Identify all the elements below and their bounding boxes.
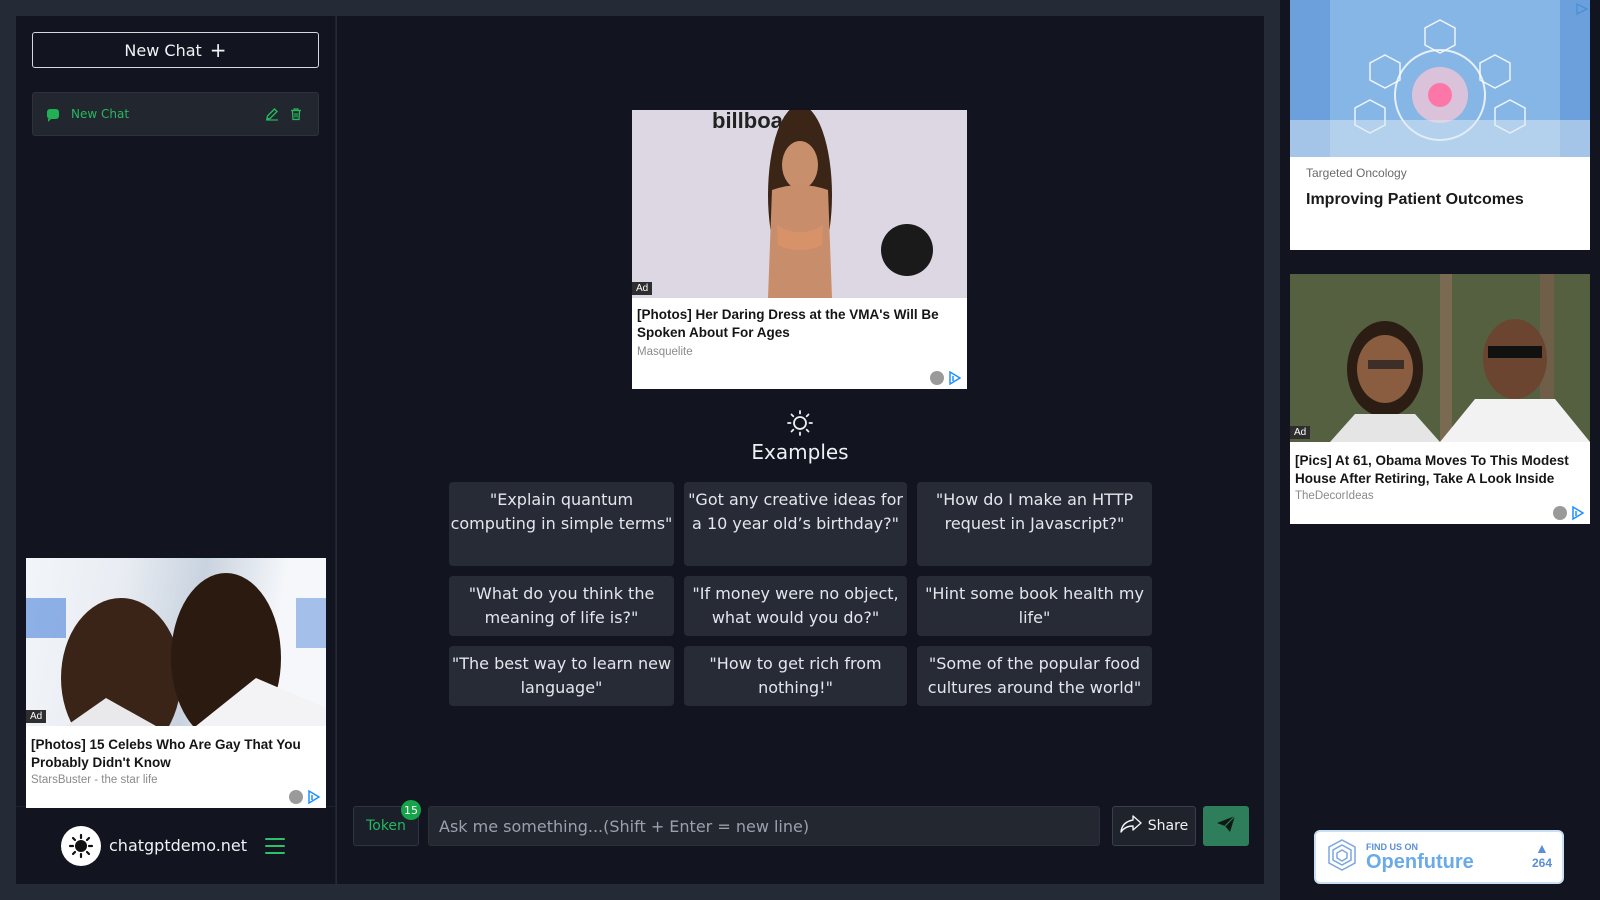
example-prompt[interactable]: "Got any creative ideas for a 10 year ol… (684, 482, 907, 566)
new-chat-button[interactable]: New Chat + (32, 32, 319, 68)
example-prompt[interactable]: "Some of the popular food cultures aroun… (917, 646, 1152, 706)
adchoices-icon[interactable] (949, 370, 962, 386)
chat-bubble-icon (47, 109, 59, 122)
openfuture-logo-icon (1326, 838, 1358, 876)
ad-source: TheDecorIdeas (1295, 490, 1374, 502)
share-label: Share (1147, 818, 1189, 834)
chat-main-panel: billboard Ad [Photos] Her Daring Dress a… (337, 16, 1264, 884)
trash-icon[interactable] (288, 106, 304, 122)
ad-label: Ad (1290, 426, 1311, 439)
adchoices-icon[interactable] (308, 789, 321, 805)
chat-history-item-label: New Chat (71, 107, 130, 121)
ad-headline[interactable]: [Photos] Her Daring Dress at the VMA's W… (637, 306, 957, 341)
new-chat-label: New Chat (124, 40, 202, 60)
menu-icon[interactable] (265, 837, 286, 854)
ad-image (1290, 0, 1590, 157)
examples-heading: Examples (751, 440, 849, 464)
ad-source: Masquelite (637, 346, 693, 358)
send-button[interactable] (1203, 806, 1249, 846)
example-prompt[interactable]: "Hint some book health my life" (917, 576, 1152, 636)
adchoices-icon[interactable] (1572, 505, 1585, 521)
example-prompt[interactable]: "How do I make an HTTP request in Javasc… (917, 482, 1152, 566)
ad-headline[interactable]: [Pics] At 61, Obama Moves To This Modest… (1295, 452, 1580, 487)
plus-icon: + (209, 38, 227, 62)
right-ad-oncology[interactable]: Targeted Oncology Improving Patient Outc… (1290, 0, 1590, 250)
chat-history-item[interactable]: New Chat (32, 92, 319, 136)
ad-image: billboard (632, 110, 967, 298)
openfuture-name: Openfuture (1366, 851, 1474, 873)
ad-image (26, 558, 326, 726)
ad-source: StarsBuster - the star life (31, 774, 158, 786)
ad-image (1290, 274, 1590, 442)
ad-label: Ad (26, 710, 47, 723)
right-ad-obama[interactable]: Ad [Pics] At 61, Obama Moves To This Mod… (1290, 274, 1590, 524)
example-prompt[interactable]: "If money were no object, what would you… (684, 576, 907, 636)
ad-privacy-icon[interactable] (289, 790, 303, 804)
send-icon (1216, 815, 1236, 837)
chat-input[interactable] (428, 806, 1100, 846)
example-prompt[interactable]: "Explain quantum computing in simple ter… (449, 482, 674, 566)
edit-icon[interactable] (264, 106, 280, 122)
share-button[interactable]: Share (1112, 806, 1196, 846)
openfuture-badge[interactable]: FIND US ON Openfuture ▲ 264 (1314, 830, 1564, 884)
ad-privacy-icon[interactable] (1553, 506, 1567, 520)
ad-headline[interactable]: [Photos] 15 Celebs Who Are Gay That You … (31, 736, 316, 771)
site-name: chatgptdemo.net (109, 836, 248, 855)
ad-headline[interactable]: Improving Patient Outcomes (1306, 191, 1524, 209)
ad-label: Ad (632, 282, 653, 295)
example-prompt[interactable]: "How to get rich from nothing!" (684, 646, 907, 706)
openfuture-votes: ▲ 264 (1532, 840, 1552, 870)
site-logo (61, 825, 101, 866)
example-prompt[interactable]: "The best way to learn new language" (449, 646, 674, 706)
ad-privacy-icon[interactable] (930, 371, 944, 385)
openfuture-vote-count: 264 (1531, 856, 1552, 870)
sidebar-ad[interactable]: Ad [Photos] 15 Celebs Who Are Gay That Y… (26, 558, 326, 808)
sidebar-footer: chatgptdemo.net (16, 806, 336, 884)
share-icon (1120, 815, 1142, 837)
example-prompt[interactable]: "What do you think the meaning of life i… (449, 576, 674, 636)
token-label: Token (366, 818, 406, 834)
adchoices-icon[interactable] (1576, 2, 1589, 16)
ad-source: Targeted Oncology (1306, 166, 1407, 180)
sun-icon (786, 409, 814, 437)
token-count-badge: 15 (401, 800, 421, 820)
upvote-icon: ▲ (1535, 840, 1549, 856)
center-ad[interactable]: billboard Ad [Photos] Her Daring Dress a… (632, 110, 967, 389)
right-ad-column: Targeted Oncology Improving Patient Outc… (1280, 0, 1600, 900)
page-bottom-strip (0, 884, 1264, 900)
